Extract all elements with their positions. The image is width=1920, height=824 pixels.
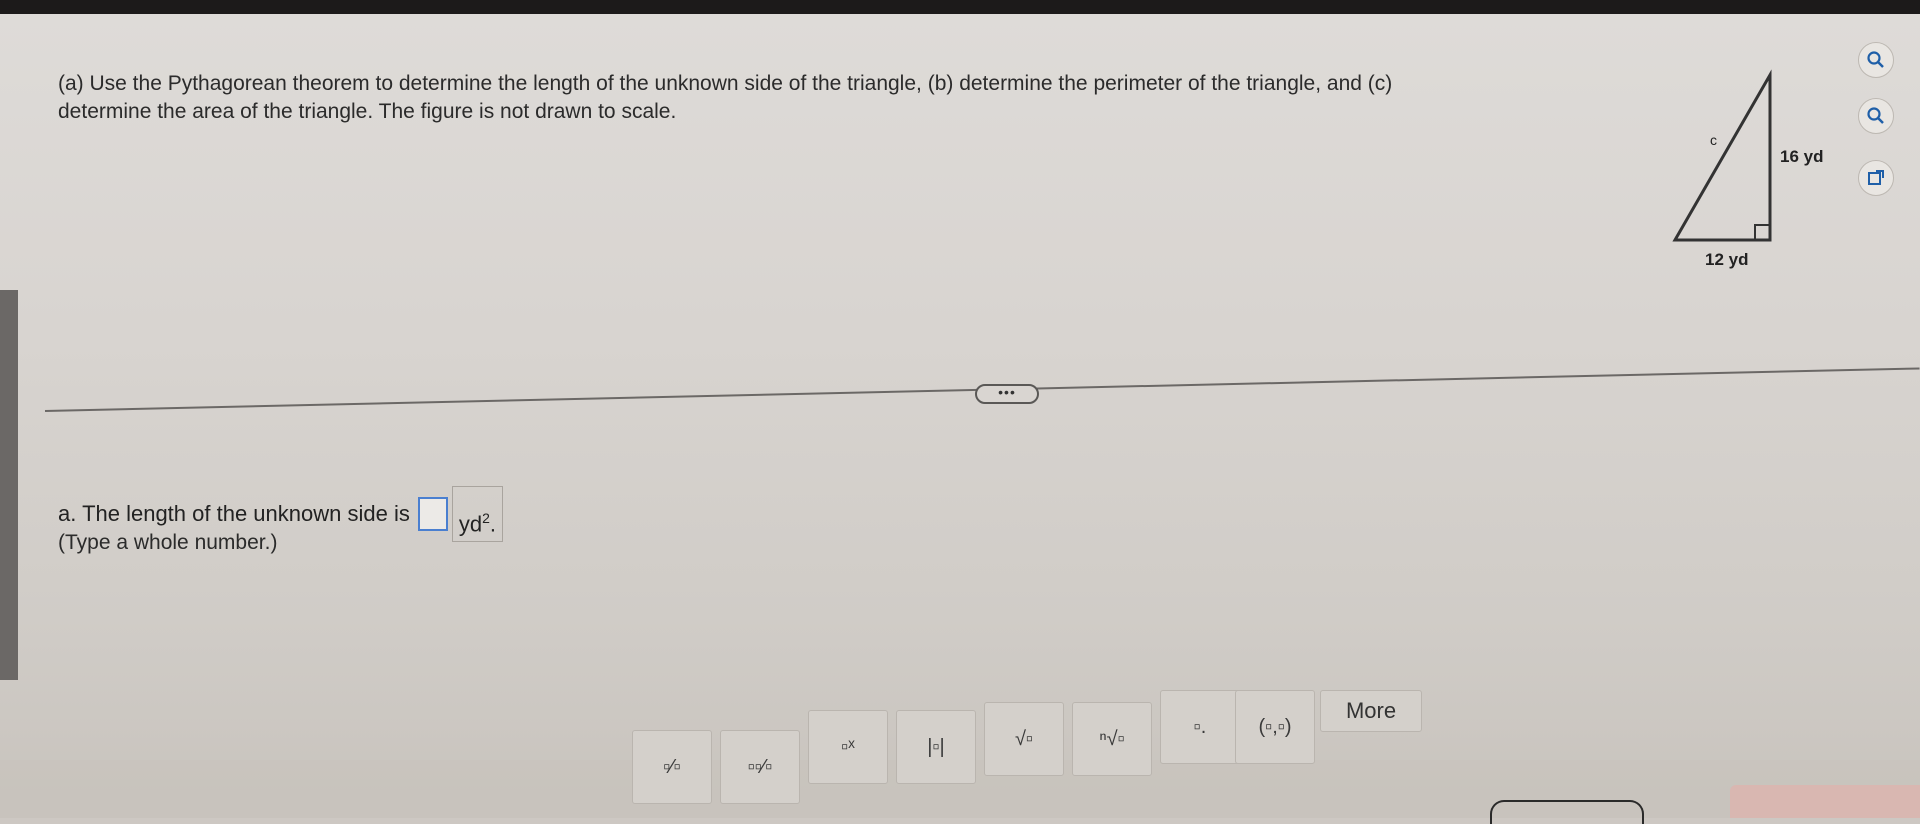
bottom-right-button[interactable] (1730, 785, 1920, 818)
question-prompt: (a) Use the Pythagorean theorem to deter… (58, 70, 1598, 126)
unit-text: yd (458, 511, 483, 537)
prompt-line-2: determine the area of the triangle. The … (58, 100, 677, 123)
triangle-svg: c 16 yd 12 yd (1672, 69, 1823, 269)
left-edge-bar (0, 290, 18, 680)
more-button[interactable]: More (1320, 690, 1422, 732)
bottom-button[interactable] (1490, 800, 1644, 824)
hypotenuse-label: c (1710, 132, 1717, 148)
nth-root-tool[interactable]: ⁿ√▫ (1072, 702, 1152, 776)
fraction-tool[interactable]: ▫⁄▫ (632, 730, 712, 804)
open-external-icon[interactable] (1858, 160, 1894, 196)
base-side-label: 12 yd (1705, 250, 1748, 269)
triangle-figure: c 16 yd 12 yd (1650, 65, 1850, 285)
vertical-side-label: 16 yd (1780, 147, 1823, 166)
expand-button[interactable]: ••• (975, 384, 1039, 404)
answer-input[interactable] (417, 497, 448, 531)
answer-prefix: a. The length of the unknown side is (58, 501, 410, 526)
exponent-tool[interactable]: ▫ˣ (808, 710, 888, 784)
absolute-value-tool[interactable]: |▫| (896, 710, 976, 784)
decimal-tool[interactable]: ▫. (1160, 690, 1240, 764)
unit-exponent: 2 (482, 510, 490, 526)
zoom-out-icon[interactable] (1858, 98, 1894, 134)
mixed-number-tool[interactable]: ▫▫⁄▫ (720, 730, 800, 804)
ordered-pair-tool[interactable]: (▫,▫) (1235, 690, 1315, 764)
answer-hint: (Type a whole number.) (58, 531, 278, 554)
square-root-tool[interactable]: √▫ (984, 702, 1064, 776)
math-toolbar: ▫⁄▫ ▫▫⁄▫ ▫ˣ |▫| √▫ ⁿ√▫ ▫. (▫,▫) More (620, 690, 1422, 818)
unit-display: yd2. (451, 486, 503, 542)
zoom-in-icon[interactable] (1858, 42, 1894, 78)
prompt-line-1: (a) Use the Pythagorean theorem to deter… (58, 72, 1393, 95)
